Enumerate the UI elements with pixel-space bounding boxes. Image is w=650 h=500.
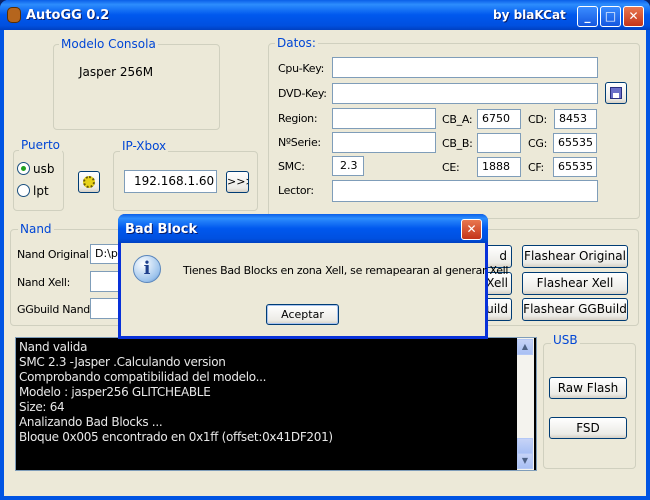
log-scrollbar[interactable]: ▲ ▼ [517, 338, 534, 470]
window-title: AutoGG 0.2 [26, 8, 110, 23]
log-line: Nand valida [19, 340, 88, 354]
log-line: Analizando Bad Blocks ... [19, 415, 163, 429]
serie-label: NºSerie: [278, 136, 321, 149]
info-icon: i [133, 255, 161, 283]
region-label: Region: [278, 112, 318, 125]
minimize-button[interactable]: _ [577, 6, 598, 27]
ce-label: CE: [442, 161, 460, 174]
nand-legend: Nand [18, 222, 54, 236]
modelo-value: Jasper 256M [79, 65, 154, 79]
cb-b-input[interactable] [477, 133, 521, 153]
ip-go-button[interactable]: >>> [226, 171, 249, 193]
cb-a-label: CB_A: [442, 113, 473, 126]
nand-xell-label: Nand Xell: [17, 276, 71, 289]
flash-original-button[interactable]: Flashear Original [522, 245, 628, 268]
cf-input[interactable]: 65535 [553, 157, 597, 177]
log-line: Bloque 0x005 encontrado en 0x1ff (offset… [19, 430, 333, 444]
scroll-thumb[interactable] [517, 438, 533, 454]
maximize-button[interactable]: □ [600, 6, 621, 27]
cg-label: CG: [528, 137, 548, 150]
close-button[interactable]: ✕ [623, 6, 644, 27]
ce-input[interactable]: 1888 [477, 157, 521, 177]
scroll-down-icon[interactable]: ▼ [517, 453, 533, 469]
cpu-key-input[interactable] [332, 57, 598, 78]
cg-input[interactable]: 65535 [553, 133, 597, 153]
serie-input[interactable] [332, 132, 436, 153]
cf-label: CF: [528, 161, 544, 174]
title-bar[interactable]: AutoGG 0.2 by blaKCat _ □ ✕ [0, 0, 650, 30]
log-output[interactable]: Nand valida SMC 2.3 -Jasper .Calculando … [15, 337, 537, 471]
cd-input[interactable]: 8453 [554, 109, 597, 129]
cb-a-input[interactable]: 6750 [477, 109, 521, 129]
modelo-group [53, 44, 220, 130]
author-label: by blaKCat [493, 8, 566, 22]
dvd-key-label: DVD-Key: [278, 87, 327, 100]
save-button[interactable] [605, 82, 627, 104]
usb-group [543, 343, 636, 469]
dvd-key-input[interactable] [332, 83, 598, 104]
flash-ggbuild-button[interactable]: Flashear GGBuild [522, 298, 628, 321]
log-line: Modelo : jasper256 GLITCHEABLE [19, 385, 211, 399]
cd-label: CD: [528, 113, 547, 126]
dialog-ok-button[interactable]: Aceptar [266, 304, 339, 325]
region-input[interactable] [332, 108, 436, 129]
dialog-title-bar[interactable]: Bad Block ✕ [118, 214, 488, 243]
log-lines: Nand valida SMC 2.3 -Jasper .Calculando … [16, 338, 536, 445]
ip-legend: IP-Xbox [120, 139, 169, 153]
log-line: SMC 2.3 -Jasper .Calculando version [19, 355, 226, 369]
dialog-message: Tienes Bad Blocks en zona Xell, se remap… [183, 264, 509, 277]
app-icon [7, 7, 21, 23]
raw-flash-button[interactable]: Raw Flash [549, 377, 627, 399]
lpt-label: lpt [33, 184, 49, 198]
fsd-button[interactable]: FSD [549, 417, 627, 439]
puerto-group [13, 150, 64, 211]
lector-input[interactable] [332, 180, 598, 202]
cpu-key-label: Cpu-Key: [278, 62, 325, 75]
scroll-up-icon[interactable]: ▲ [517, 339, 533, 355]
nand-original-label: Nand Original: [17, 248, 92, 261]
ggbuild-nand-label: GGbuild Nand: [17, 303, 94, 316]
gear-icon [83, 176, 95, 188]
flash-xell-button[interactable]: Flashear Xell [522, 272, 628, 295]
settings-button[interactable] [78, 171, 100, 193]
log-line: Comprobando compatibilidad del modelo... [19, 370, 267, 384]
usb-legend: USB [551, 333, 580, 347]
lector-label: Lector: [278, 184, 314, 197]
dialog-title: Bad Block [125, 222, 198, 237]
log-line: Size: 64 [19, 400, 65, 414]
smc-label: SMC: [278, 160, 305, 173]
floppy-icon [610, 87, 622, 99]
datos-legend: Datos: [275, 36, 318, 50]
cb-b-label: CB_B: [442, 137, 473, 150]
usb-label: usb [33, 162, 55, 176]
ip-input[interactable]: 192.168.1.60 [124, 170, 217, 193]
puerto-legend: Puerto [19, 138, 62, 152]
lpt-radio[interactable] [17, 184, 30, 197]
dialog-close-button[interactable]: ✕ [461, 219, 482, 240]
smc-input[interactable]: 2.3 [332, 156, 364, 176]
usb-radio[interactable] [17, 162, 30, 175]
modelo-legend: Modelo Consola [59, 37, 158, 51]
